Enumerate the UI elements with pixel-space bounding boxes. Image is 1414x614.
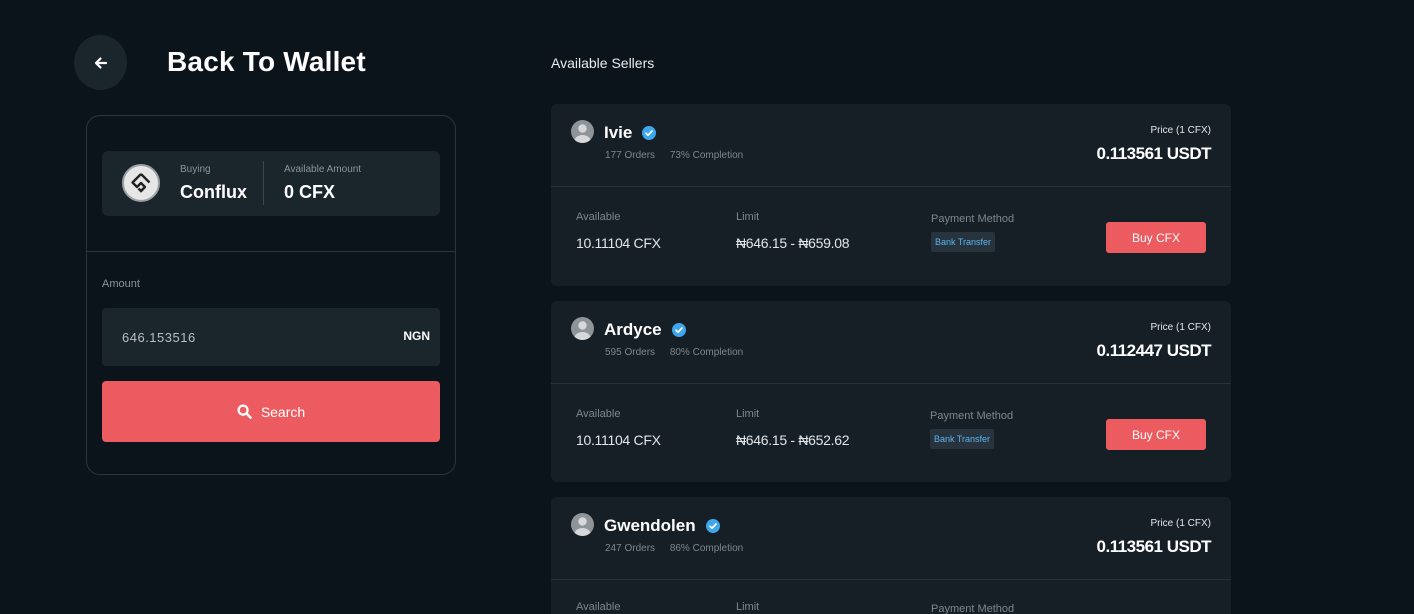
asset-summary: Buying Conflux Available Amount 0 CFX (102, 151, 440, 216)
user-avatar-icon (571, 317, 594, 340)
buying-label: Buying (180, 164, 211, 175)
seller-name: Ivie (604, 123, 633, 142)
verified-badge-icon (672, 323, 686, 337)
seller-stats: 595 Orders 80% Completion (605, 347, 743, 358)
available-label: Available (576, 211, 621, 223)
p2p-buy-page: Back To Wallet Buying Conflux Available … (0, 0, 1414, 614)
page-title: Back To Wallet (167, 46, 366, 77)
limit-label: Limit (736, 408, 760, 420)
limit-value: ₦646.15 - ₦652.62 (736, 432, 850, 448)
arrow-left-icon (94, 56, 107, 69)
back-button[interactable] (74, 35, 127, 90)
available-value: 10.11104 CFX (576, 432, 661, 448)
price-value: 0.113561 USDT (1096, 144, 1212, 163)
available-value: 10.11104 CFX (576, 235, 661, 251)
available-amount-label: Available Amount (284, 164, 362, 175)
amount-field-wrapper: NGN (102, 308, 440, 366)
search-button-label: Search (260, 403, 306, 420)
limit-label: Limit (736, 211, 760, 223)
buying-info: Buying Conflux (180, 164, 247, 203)
verified-badge-icon (642, 126, 656, 140)
amount-label: Amount (102, 278, 140, 290)
user-avatar-icon (571, 513, 594, 536)
payment-method-badge: Bank Transfer (930, 429, 995, 449)
amount-input[interactable] (102, 308, 382, 366)
price-label: Price (1 CFX) (1150, 518, 1211, 529)
seller-stats: 177 Orders 73% Completion (605, 150, 743, 161)
seller-orders: 595 Orders (605, 347, 656, 358)
buy-cfx-button[interactable]: Buy CFX (1106, 222, 1206, 253)
divider (551, 579, 1231, 580)
seller-orders: 247 Orders (605, 543, 656, 554)
seller-name: Ardyce (604, 320, 662, 339)
currency-label: NGN (403, 329, 430, 343)
available-amount-value: 0 CFX (284, 182, 336, 202)
seller-completion: 80% Completion (669, 347, 744, 358)
payment-method-label: Payment Method (931, 213, 1015, 225)
search-button[interactable]: Search (102, 381, 440, 442)
seller-card: Ardyce 595 Orders 80% Completion Price (… (551, 301, 1231, 482)
seller-completion: 73% Completion (669, 150, 744, 161)
verified-badge-icon (706, 519, 720, 533)
search-icon (237, 404, 252, 419)
seller-name: Gwendolen (604, 516, 696, 535)
sellers-section-title: Available Sellers (551, 55, 655, 71)
payment-method-label: Payment Method (930, 410, 1014, 422)
price-label: Price (1 CFX) (1150, 322, 1211, 333)
payment-method-label: Payment Method (931, 603, 1015, 614)
divider (263, 161, 264, 205)
price-value: 0.112447 USDT (1096, 341, 1212, 360)
divider (551, 383, 1231, 384)
limit-value: ₦646.15 - ₦659.08 (736, 235, 850, 251)
limit-label: Limit (736, 601, 760, 613)
available-amount-info: Available Amount 0 CFX (284, 164, 361, 203)
divider (551, 186, 1231, 187)
buy-form-card: Buying Conflux Available Amount 0 CFX Am… (86, 115, 456, 475)
seller-completion: 86% Completion (669, 543, 744, 554)
payment-method-badge: Bank Transfer (931, 232, 996, 252)
buy-cfx-button[interactable]: Buy CFX (1106, 419, 1206, 450)
seller-card: Gwendolen 247 Orders 86% Completion Pric… (551, 497, 1231, 614)
available-label: Available (576, 601, 621, 613)
price-value: 0.113561 USDT (1096, 537, 1212, 556)
seller-card: Ivie 177 Orders 73% Completion Price (1 … (551, 104, 1231, 286)
user-avatar-icon (571, 120, 594, 143)
price-label: Price (1 CFX) (1150, 125, 1211, 136)
divider (87, 251, 455, 252)
available-label: Available (576, 408, 621, 420)
seller-stats: 247 Orders 86% Completion (605, 543, 743, 554)
seller-orders: 177 Orders (605, 150, 656, 161)
conflux-logo-icon (122, 164, 160, 202)
buying-value: Conflux (180, 182, 247, 202)
